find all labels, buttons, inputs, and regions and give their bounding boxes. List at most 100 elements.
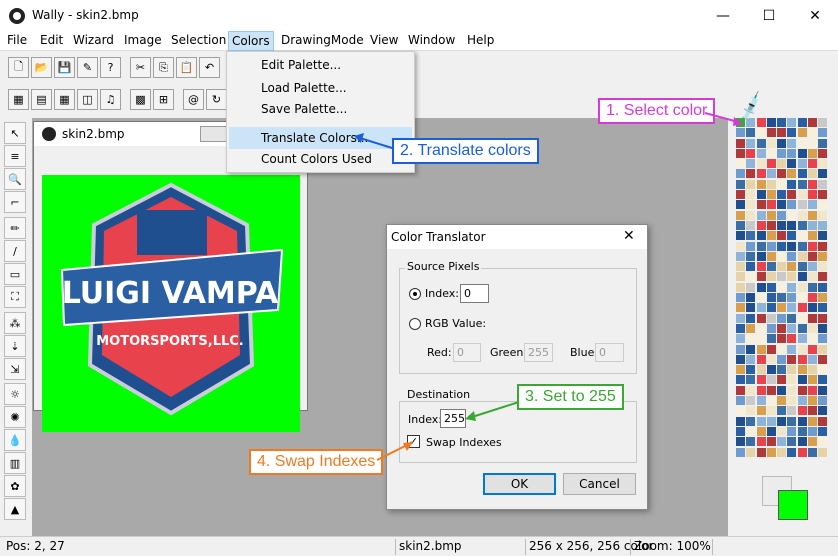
palette-swatch[interactable] (746, 344, 756, 354)
palette-swatch[interactable] (736, 437, 745, 447)
palette-swatch[interactable] (777, 169, 787, 179)
palette-swatch[interactable] (756, 169, 766, 179)
palette-swatch[interactable] (808, 406, 818, 416)
palette-swatch[interactable] (736, 262, 745, 272)
palette-swatch[interactable] (736, 282, 745, 292)
blue-field[interactable]: 0 (595, 343, 624, 362)
palette-swatch[interactable] (746, 303, 756, 313)
palette-swatch[interactable] (777, 262, 787, 272)
palette-swatch[interactable] (766, 385, 776, 395)
palette-swatch[interactable] (808, 396, 818, 406)
palette-swatch[interactable] (746, 365, 756, 375)
palette-swatch[interactable] (787, 396, 797, 406)
palette-swatch[interactable] (736, 210, 745, 220)
palette-swatch[interactable] (808, 365, 818, 375)
palette-swatch[interactable] (797, 159, 807, 169)
palette-swatch[interactable] (766, 426, 776, 436)
palette-swatch[interactable] (766, 190, 776, 200)
palette-swatch[interactable] (746, 148, 756, 158)
palette-swatch[interactable] (756, 220, 766, 230)
help-icon[interactable]: ? (100, 57, 121, 78)
palette-grid[interactable] (736, 118, 828, 470)
palette-swatch[interactable] (756, 313, 766, 323)
cancel-button[interactable]: Cancel (563, 473, 636, 495)
palette-swatch[interactable] (777, 437, 787, 447)
palette-swatch[interactable] (777, 179, 787, 189)
spiral-icon[interactable]: @ (183, 89, 204, 110)
copy-icon[interactable]: ⎘ (153, 57, 174, 78)
menu-count-colors[interactable]: Count Colors Used (261, 152, 372, 166)
palette-swatch[interactable] (756, 365, 766, 375)
palette-swatch[interactable] (818, 365, 828, 375)
palette-swatch[interactable] (746, 334, 756, 344)
stamp-icon[interactable]: ▲ (4, 498, 26, 520)
palette-swatch[interactable] (777, 148, 787, 158)
palette-swatch[interactable] (766, 344, 776, 354)
palette-swatch[interactable] (797, 365, 807, 375)
palette-swatch[interactable] (756, 416, 766, 426)
palette-swatch[interactable] (787, 159, 797, 169)
palette-swatch[interactable] (777, 220, 787, 230)
palette-swatch[interactable] (777, 303, 787, 313)
undo-icon[interactable]: ↶ (199, 57, 220, 78)
palette-swatch[interactable] (746, 406, 756, 416)
palette-swatch[interactable] (787, 262, 797, 272)
settings-icon[interactable]: ✎ (77, 57, 98, 78)
palette-swatch[interactable] (797, 241, 807, 251)
menu-load-palette[interactable]: Load Palette... (261, 81, 347, 95)
palette-swatch[interactable] (808, 416, 818, 426)
palette-swatch[interactable] (746, 375, 756, 385)
palette-swatch[interactable] (746, 179, 756, 189)
palette-swatch[interactable] (818, 282, 828, 292)
palette-swatch[interactable] (787, 118, 797, 127)
palette-swatch[interactable] (787, 313, 797, 323)
palette-swatch[interactable] (808, 313, 818, 323)
palette-swatch[interactable] (766, 282, 776, 292)
palette-swatch[interactable] (818, 241, 828, 251)
image-canvas[interactable]: LUIGI VAMPA MOTORSPORTS,LLC. (42, 175, 300, 432)
palette-swatch[interactable] (746, 323, 756, 333)
palette-swatch[interactable] (797, 220, 807, 230)
palette-swatch[interactable] (797, 169, 807, 179)
palette-swatch[interactable] (756, 426, 766, 436)
palette-swatch[interactable] (818, 190, 828, 200)
palette-swatch[interactable] (808, 231, 818, 241)
red-field[interactable]: 0 (453, 343, 481, 362)
palette-swatch[interactable] (756, 118, 766, 127)
palette-swatch[interactable] (766, 303, 776, 313)
palette-swatch[interactable] (736, 354, 745, 364)
menu-wizard[interactable]: Wizard (73, 33, 114, 47)
music-icon[interactable]: ♫ (100, 89, 121, 110)
palette-swatch[interactable] (818, 396, 828, 406)
palette-swatch[interactable] (766, 169, 776, 179)
palette-swatch[interactable] (777, 385, 787, 395)
palette-swatch[interactable] (736, 272, 745, 282)
palette-swatch[interactable] (787, 293, 797, 303)
palette-swatch[interactable] (787, 251, 797, 261)
palette-swatch[interactable] (736, 323, 745, 333)
palette-swatch[interactable] (736, 128, 745, 138)
palette-swatch[interactable] (787, 323, 797, 333)
palette-swatch[interactable] (787, 385, 797, 395)
palette-swatch[interactable] (818, 293, 828, 303)
menu-save-palette[interactable]: Save Palette... (261, 102, 347, 116)
palette-swatch[interactable] (797, 148, 807, 158)
palette-swatch[interactable] (787, 334, 797, 344)
palette-swatch[interactable] (777, 375, 787, 385)
palette-swatch[interactable] (787, 169, 797, 179)
palette-swatch[interactable] (777, 272, 787, 282)
palette-swatch[interactable] (746, 262, 756, 272)
palette-swatch[interactable] (756, 179, 766, 189)
palette-swatch[interactable] (787, 190, 797, 200)
gradient-icon[interactable]: ▥ (4, 452, 26, 474)
palette-swatch[interactable] (766, 262, 776, 272)
palette-swatch[interactable] (808, 282, 818, 292)
palette-swatch[interactable] (756, 447, 766, 457)
palette-swatch[interactable] (797, 344, 807, 354)
palette-swatch[interactable] (736, 447, 745, 457)
palette-swatch[interactable] (766, 241, 776, 251)
dialog-close-icon[interactable]: ✕ (623, 228, 635, 244)
palette-swatch[interactable] (736, 406, 745, 416)
palette-swatch[interactable] (736, 220, 745, 230)
palette-swatch[interactable] (756, 323, 766, 333)
